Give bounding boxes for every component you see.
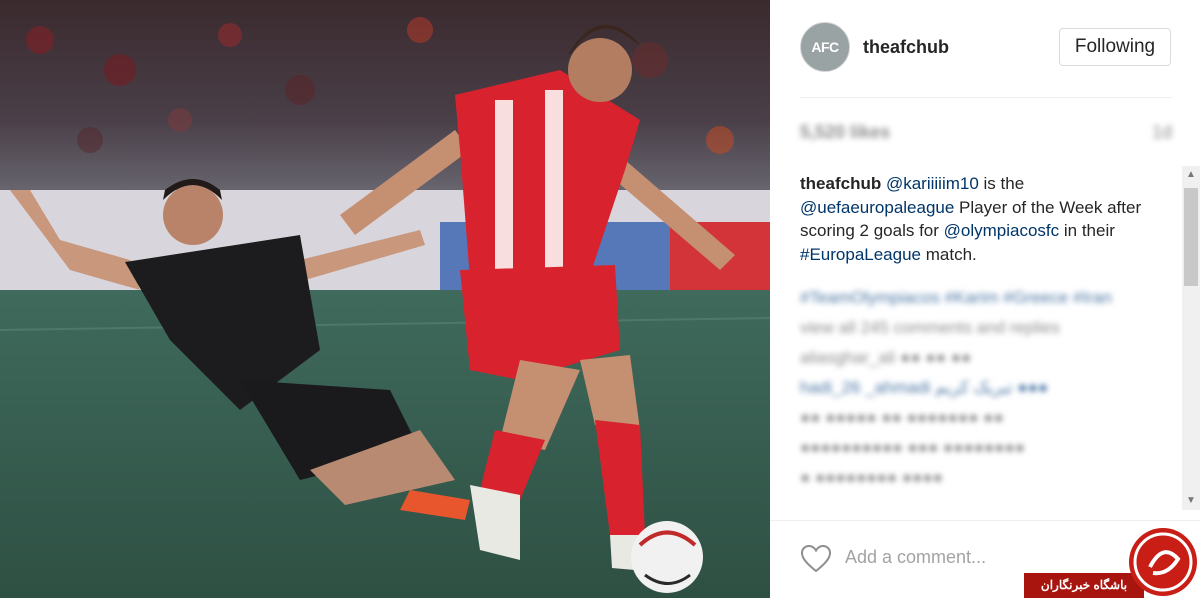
post-details-panel: AFC theafchub Following 5,520 likes 1d t… [770,0,1200,598]
post-caption: theafchub @kariiiiim10 is the @uefaeurop… [800,172,1180,266]
post-time: 1d [1151,122,1172,142]
comments-scrollbar[interactable]: ▲ ▼ [1182,166,1200,510]
watermark-label: باشگاه خبرنگاران [1024,573,1144,598]
caption-text: in their [1059,221,1115,240]
caption-text: is the [978,174,1025,193]
football-match-photo [0,0,770,598]
caption-username[interactable]: theafchub [800,174,881,193]
avatar-label: AFC [811,39,839,55]
scroll-down-arrow-icon[interactable]: ▼ [1182,492,1200,510]
blurred-comment[interactable]: aliasghar_ali ●● ●● ●● [800,345,1150,375]
blurred-comment[interactable]: ●●●●●●●●●● ●●● ●●●●●●●● [800,435,1150,465]
likes-count[interactable]: 5,520 likes [800,122,890,143]
blurred-comment[interactable]: view all 245 comments and replies [800,315,1150,345]
mention-link[interactable]: @uefaeuropaleague [800,198,954,217]
watermark-logo-icon [1129,528,1197,596]
scrollbar-thumb[interactable] [1184,188,1198,286]
post-photo[interactable] [0,0,770,598]
hashtag-link[interactable]: #EuropaLeague [800,245,921,264]
scroll-up-arrow-icon[interactable]: ▲ [1182,166,1200,184]
avatar[interactable]: AFC [800,22,850,72]
caption-text: match. [921,244,977,264]
following-button[interactable]: Following [1059,28,1171,66]
post-header: AFC theafchub Following [770,0,1200,96]
blurred-comment[interactable]: ● ●●●●●●●● ●●●● [800,465,1150,495]
comment-input[interactable]: Add a comment... [845,547,986,568]
heart-icon[interactable] [800,544,832,574]
header-divider [800,97,1172,98]
comments-list: #TeamOlympiacos #Karim #Greece #Iran vie… [800,285,1150,495]
blurred-comment[interactable]: #TeamOlympiacos #Karim #Greece #Iran [800,285,1150,315]
blurred-comment[interactable]: ●● ●●●●● ●● ●●●●●●● ●● [800,405,1150,435]
football [631,521,703,593]
blurred-comment[interactable]: hadi_26 _ahmadi تبریک کریم ●●● [800,375,1150,405]
mention-link[interactable]: @olympiacosfc [944,221,1060,240]
mention-link[interactable]: @kariiiiim10 [886,174,979,193]
post-username[interactable]: theafchub [863,37,949,58]
likes-row: 5,520 likes 1d [800,122,1172,146]
